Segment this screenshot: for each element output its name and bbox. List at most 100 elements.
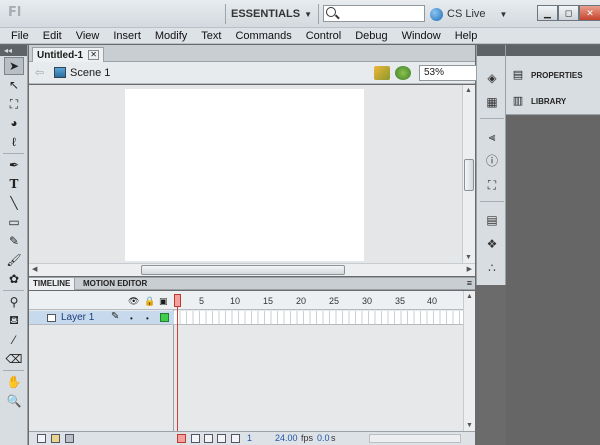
bone-tool-icon[interactable]: ⚲ (4, 293, 24, 311)
onion-skin-outlines-icon[interactable] (204, 434, 213, 443)
minimize-button[interactable]: ▁ (537, 5, 558, 21)
pasteboard[interactable] (29, 85, 462, 263)
brush-tool-icon[interactable]: 🖌 (4, 251, 24, 269)
back-arrow-icon[interactable]: ⇦ (35, 66, 44, 79)
frame-number: 5 (199, 296, 205, 306)
panel-tab-library[interactable]: ▥ LIBRARY (511, 92, 566, 110)
text-tool-icon[interactable]: T (4, 175, 24, 193)
panel-tab-properties[interactable]: ▤ PROPERTIES (511, 66, 583, 84)
close-button[interactable]: ✕ (579, 5, 600, 21)
menu-control[interactable]: Control (306, 30, 341, 42)
visibility-dot[interactable]: • (130, 314, 133, 323)
edit-multiple-frames-icon[interactable] (217, 434, 226, 443)
document-tab[interactable]: Untitled-1 ✕ (32, 47, 105, 62)
window-controls: ▁ ◻ ✕ (537, 5, 600, 21)
lock-icon[interactable]: 🔒 (144, 296, 155, 307)
3d-rotation-tool-icon[interactable]: ◕ (4, 114, 24, 132)
tab-timeline[interactable]: TIMELINE (29, 278, 76, 290)
motion-presets-icon[interactable]: ∴ (485, 261, 499, 275)
playhead[interactable] (174, 291, 181, 431)
deco-tool-icon[interactable]: ✿ (4, 270, 24, 288)
pen-tool-icon[interactable]: ✒ (4, 156, 24, 174)
onion-skin-icon[interactable] (191, 434, 200, 443)
tools-panel: ◂◂ ➤ ↖ ⛶ ◕ ℓ ✒ T ╲ ▭ ✎ 🖌 ✿ ⚲ ⛾ ⁄ ⌫ ✋ 🔍 (0, 45, 28, 445)
eye-icon[interactable]: 👁 (128, 296, 139, 307)
zoom-value: 53% (424, 67, 445, 78)
frame-number: 40 (427, 296, 438, 306)
frame-rate[interactable]: 24.00 (275, 433, 298, 443)
frame-ruler[interactable]: 1 5 10 15 20 25 30 35 40 (174, 291, 463, 310)
stage-vertical-scrollbar[interactable]: ▲ ▼ (462, 85, 475, 263)
menu-help[interactable]: Help (455, 30, 478, 42)
panel-collapse-grip[interactable] (477, 45, 505, 56)
transform-panel-icon[interactable]: ⛶ (485, 178, 499, 192)
scroll-right-icon[interactable]: ▶ (467, 265, 472, 273)
stage-horizontal-scrollbar[interactable]: ◀ ▶ (29, 263, 475, 276)
frame-row[interactable] (174, 311, 463, 325)
scroll-thumb[interactable] (464, 159, 474, 191)
menu-window[interactable]: Window (402, 30, 441, 42)
eyedropper-tool-icon[interactable]: ⁄ (4, 331, 24, 349)
layer-outline-color[interactable] (160, 313, 169, 322)
panel-collapse-grip[interactable] (506, 45, 600, 56)
menu-text[interactable]: Text (201, 30, 221, 42)
free-transform-tool-icon[interactable]: ⛶ (4, 95, 24, 113)
subselection-tool-icon[interactable]: ↖ (4, 76, 24, 94)
layer-row[interactable]: Layer 1 ✎ • • (29, 311, 174, 325)
library-label: LIBRARY (531, 96, 567, 106)
timeline-horizontal-scrollbar[interactable] (369, 434, 461, 443)
workspace-switcher[interactable]: ESSENTIALS ▼ (228, 4, 316, 24)
panel-collapse-grip[interactable]: ◂◂ (0, 45, 27, 56)
maximize-button[interactable]: ◻ (558, 5, 579, 21)
eraser-tool-icon[interactable]: ⌫ (4, 350, 24, 368)
menu-file[interactable]: File (11, 30, 29, 42)
new-folder-icon[interactable] (51, 434, 60, 443)
scroll-up-icon[interactable]: ▲ (465, 87, 472, 94)
menu-insert[interactable]: Insert (113, 30, 141, 42)
trash-icon[interactable] (65, 434, 74, 443)
selection-tool-icon[interactable]: ➤ (4, 57, 24, 75)
tab-motion-editor[interactable]: MOTION EDITOR (79, 278, 151, 290)
info-panel-icon[interactable]: ⓘ (485, 154, 499, 168)
outline-icon[interactable]: ▣ (159, 296, 168, 307)
close-icon[interactable]: ✕ (88, 50, 100, 60)
rectangle-tool-icon[interactable]: ▭ (4, 213, 24, 231)
center-frame-icon[interactable] (177, 434, 186, 443)
playhead-handle[interactable] (174, 294, 181, 307)
scroll-down-icon[interactable]: ▼ (465, 254, 472, 261)
timeline-vertical-scrollbar[interactable]: ▲ ▼ (463, 291, 475, 431)
edit-scene-icon[interactable] (374, 66, 390, 80)
lasso-tool-icon[interactable]: ℓ (4, 133, 24, 151)
menu-debug[interactable]: Debug (355, 30, 387, 42)
stage[interactable] (125, 89, 364, 261)
paint-bucket-tool-icon[interactable]: ⛾ (4, 312, 24, 330)
lock-dot[interactable]: • (146, 314, 149, 323)
new-layer-icon[interactable] (37, 434, 46, 443)
menu-commands[interactable]: Commands (235, 30, 291, 42)
swatches-panel-icon[interactable]: ▦ (485, 95, 499, 109)
scroll-up-icon[interactable]: ▲ (466, 293, 473, 300)
cs-live-button[interactable]: CS Live ▼ (430, 5, 507, 23)
modify-markers-icon[interactable] (231, 434, 240, 443)
current-frame[interactable]: 1 (247, 433, 252, 443)
search-input[interactable] (323, 5, 425, 22)
zoom-tool-icon[interactable]: 🔍 (4, 392, 24, 410)
hand-tool-icon[interactable]: ✋ (4, 373, 24, 391)
color-panel-icon[interactable]: ◈ (485, 71, 499, 85)
frame-area[interactable]: 1 5 10 15 20 25 30 35 40 (174, 291, 463, 431)
scroll-thumb[interactable] (141, 265, 345, 275)
menu-edit[interactable]: Edit (43, 30, 62, 42)
code-snippets-icon[interactable]: ▤ (485, 213, 499, 227)
menu-bar: File Edit View Insert Modify Text Comman… (0, 28, 600, 44)
scroll-left-icon[interactable]: ◀ (32, 265, 37, 273)
flash-logo: Fl (8, 5, 22, 20)
align-panel-icon[interactable]: ⫷ (485, 130, 499, 144)
pencil-tool-icon[interactable]: ✎ (4, 232, 24, 250)
menu-view[interactable]: View (76, 30, 100, 42)
panel-menu-icon[interactable]: ≡ (467, 278, 472, 288)
menu-modify[interactable]: Modify (155, 30, 187, 42)
line-tool-icon[interactable]: ╲ (4, 194, 24, 212)
components-icon[interactable]: ❖ (485, 237, 499, 251)
scroll-down-icon[interactable]: ▼ (466, 422, 473, 429)
edit-symbols-icon[interactable] (395, 66, 411, 80)
